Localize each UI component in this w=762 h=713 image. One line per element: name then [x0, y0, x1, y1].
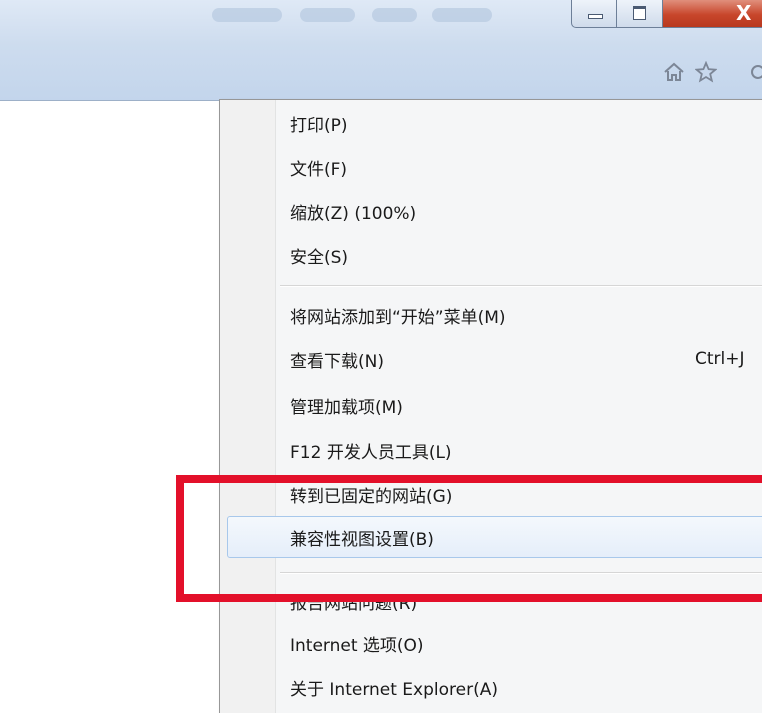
blurred-title-fragment — [372, 8, 417, 22]
menu-item-label: 将网站添加到“开始”菜单(M) — [290, 307, 506, 328]
blurred-title-fragment — [432, 8, 492, 22]
blurred-title-fragment — [300, 8, 355, 22]
tools-context-menu: 打印(P) 文件(F) 缩放(Z) (100%) 安全(S) 将网站添加到“开始… — [219, 99, 762, 713]
menu-separator — [280, 285, 762, 287]
menu-item-label: 文件(F) — [290, 159, 348, 180]
minimize-button[interactable] — [571, 0, 617, 28]
close-button[interactable]: X — [663, 0, 762, 28]
menu-item-internet-options[interactable]: Internet 选项(O) — [290, 622, 762, 664]
blurred-title-fragment — [212, 8, 282, 22]
menu-item-label: 查看下载(N) — [290, 351, 384, 372]
menu-item-view-downloads[interactable]: 查看下载(N) Ctrl+J — [290, 338, 762, 380]
close-icon: X — [736, 1, 752, 25]
maximize-button[interactable] — [617, 0, 663, 28]
star-icon[interactable] — [692, 58, 720, 86]
gear-icon[interactable] — [744, 58, 762, 86]
menu-icon-gutter — [220, 100, 276, 713]
menu-item-add-site-to-start[interactable]: 将网站添加到“开始”菜单(M) — [290, 294, 762, 336]
menu-item-manage-addons[interactable]: 管理加载项(M) — [290, 384, 762, 426]
home-icon[interactable] — [660, 58, 688, 86]
menu-item-zoom[interactable]: 缩放(Z) (100%) — [290, 190, 762, 232]
menu-item-label: 安全(S) — [290, 247, 349, 268]
menu-item-label: 打印(P) — [290, 115, 348, 136]
menu-item-label: 关于 Internet Explorer(A) — [290, 679, 498, 700]
menu-item-about-ie[interactable]: 关于 Internet Explorer(A) — [290, 666, 762, 708]
menu-item-safety[interactable]: 安全(S) — [290, 234, 762, 276]
screenshot: X 打印(P) 文件(F) 缩放(Z) (100%) 安全(S) 将网站添加到“… — [0, 0, 762, 713]
ie-window-chrome: X — [0, 0, 762, 101]
menu-item-label: 管理加载项(M) — [290, 397, 403, 418]
menu-item-file[interactable]: 文件(F) — [290, 146, 762, 188]
menu-item-label: 缩放(Z) (100%) — [290, 203, 417, 224]
red-annotation-highlight — [176, 475, 762, 602]
menu-item-f12-dev-tools[interactable]: F12 开发人员工具(L) — [290, 429, 762, 471]
menu-item-label: Internet 选项(O) — [290, 635, 424, 656]
menu-item-label: F12 开发人员工具(L) — [290, 442, 452, 463]
menu-item-shortcut: Ctrl+J — [695, 349, 745, 369]
menu-item-print[interactable]: 打印(P) — [290, 102, 762, 144]
